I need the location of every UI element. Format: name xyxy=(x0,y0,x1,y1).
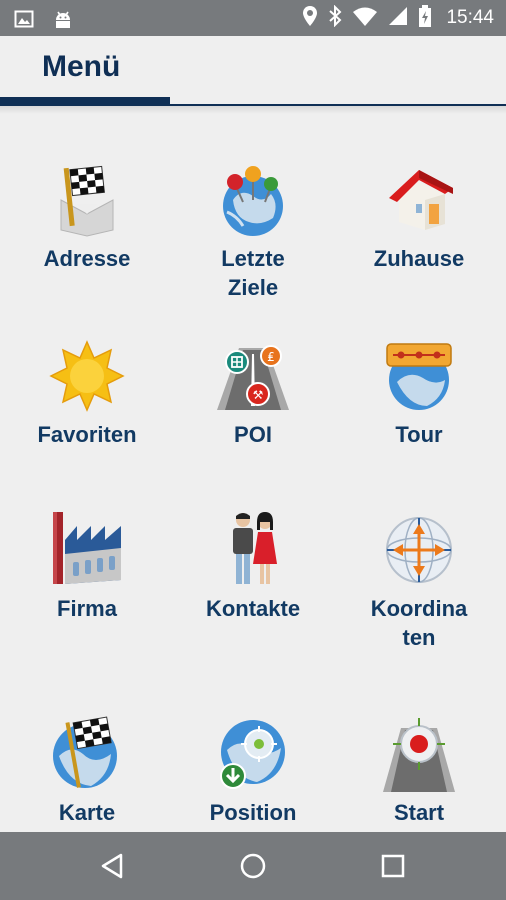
menu-item-letzte-ziele[interactable]: Letzte Ziele xyxy=(169,160,337,302)
android-icon xyxy=(52,8,74,35)
menu-item-label: Zuhause xyxy=(373,246,465,271)
location-icon xyxy=(302,5,318,32)
menu-item-tour[interactable]: Tour xyxy=(335,336,503,449)
globe-pins-icon xyxy=(223,166,283,236)
svg-text:⚒: ⚒ xyxy=(253,388,264,402)
svg-text:₤: ₤ xyxy=(267,350,275,364)
home-icon xyxy=(240,853,266,879)
menu-item-label: Start GPS xyxy=(393,800,445,832)
page-title: Menü xyxy=(42,50,121,83)
menu-item-position[interactable]: Position xyxy=(169,714,337,827)
tour-globe-icon xyxy=(386,343,452,410)
factory-icon xyxy=(53,512,121,584)
back-icon xyxy=(101,853,123,879)
recents-icon xyxy=(381,854,405,878)
menu-item-label: Tour xyxy=(395,422,443,447)
map-globe-flag-icon xyxy=(53,716,117,788)
signal-icon xyxy=(388,6,408,31)
image-icon xyxy=(14,9,34,34)
menu-item-zuhause[interactable]: Zuhause xyxy=(335,160,503,273)
menu-grid: Adresse Letzte Ziele Zuhause Favoriten ₤… xyxy=(0,110,506,832)
wifi-icon xyxy=(352,6,378,31)
menu-item-label: POI xyxy=(234,422,272,447)
menu-item-adresse[interactable]: Adresse xyxy=(3,160,171,273)
menu-item-label: Firma xyxy=(57,596,117,621)
menu-item-label: Koordina ten xyxy=(370,596,468,650)
menu-item-label: Letzte Ziele xyxy=(221,246,285,300)
back-button[interactable] xyxy=(92,848,132,884)
battery-icon xyxy=(418,4,432,32)
menu-item-label: Kontakte xyxy=(205,596,301,621)
home-button[interactable] xyxy=(233,848,273,884)
menu-item-firma[interactable]: Firma xyxy=(3,510,171,623)
contacts-icon xyxy=(233,512,277,584)
menu-item-label: Adresse xyxy=(43,246,131,271)
checkered-flag-icon xyxy=(60,165,114,237)
menu-item-label: Favoriten xyxy=(37,422,137,447)
recents-button[interactable] xyxy=(373,848,413,884)
status-time: 15:44 xyxy=(446,7,494,28)
menu-item-kontakte[interactable]: Kontakte xyxy=(169,510,337,623)
bluetooth-icon xyxy=(328,4,342,32)
house-icon xyxy=(389,170,453,230)
star-icon xyxy=(49,340,125,412)
status-bar: 15:44 xyxy=(0,0,506,36)
app-screen: 15:44 Menü Adresse Letzte Ziele Zuhause … xyxy=(0,0,506,900)
coordinates-icon xyxy=(386,517,452,583)
menu-item-label: Karte xyxy=(58,800,116,825)
menu-item-karte[interactable]: Karte xyxy=(3,714,171,827)
navigation-bar xyxy=(0,832,506,900)
menu-item-koordinaten[interactable]: Koordina ten xyxy=(335,510,503,652)
menu-item-label: Position xyxy=(209,800,297,825)
menu-item-start-gps[interactable]: Start GPS xyxy=(335,714,503,832)
tab-indicator-active xyxy=(0,97,170,106)
gps-start-icon xyxy=(383,718,455,792)
poi-road-icon: ₤ ⚒ xyxy=(217,345,289,410)
menu-item-favoriten[interactable]: Favoriten xyxy=(3,336,171,449)
menu-item-poi[interactable]: ₤ ⚒ POI xyxy=(169,336,337,449)
position-globe-icon xyxy=(220,720,285,789)
